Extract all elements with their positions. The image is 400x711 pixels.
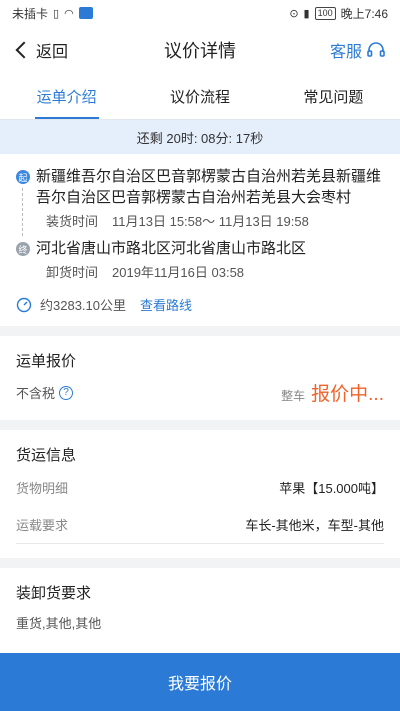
start-pin-icon: 起 <box>16 170 30 184</box>
sim-icon: ▯ <box>53 7 60 20</box>
vibrate-icon: ▮ <box>303 7 310 20</box>
end-pin-icon: 终 <box>16 242 30 256</box>
cargo-detail-label: 货物明细 <box>16 481 69 496</box>
transport-req-value: 车长-其他米，车型-其他 <box>245 518 384 533</box>
cargo-detail-row: 货物明细 苹果【15.000吨】 <box>16 469 384 506</box>
status-left: 未插卡 ▯ ◠ <box>12 5 93 22</box>
tax-info: 不含税 ? <box>16 383 74 402</box>
start-address: 新疆维吾尔自治区巴音郭楞蒙古自治州若羌县新疆维吾尔自治区巴音郭楞蒙古自治州若羌县… <box>36 168 382 206</box>
transport-req-row: 运载要求 车长-其他米，车型-其他 <box>16 506 384 544</box>
clock: 晚上7:46 <box>340 6 388 21</box>
header: 返回 议价详情 客服 <box>0 26 400 74</box>
unload-time-label: 卸货时间 <box>46 265 99 280</box>
unload-time-row: 卸货时间 2019年11月16日 03:58 <box>36 262 384 281</box>
quote-row: 不含税 ? 整车 报价中... <box>16 379 384 406</box>
loading-title: 装卸货要求 <box>16 585 92 602</box>
chevron-left-icon <box>15 41 33 59</box>
unload-time-value: 2019年11月16日 03:58 <box>112 265 245 280</box>
loading-text: 重货,其他,其他 <box>16 616 102 631</box>
cargo-detail-value: 苹果【15.000吨】 <box>279 481 384 496</box>
status-right: ⊙ ▮ 100 晚上7:46 <box>289 5 388 22</box>
back-button[interactable]: 返回 <box>14 38 68 62</box>
quote-status: 整车 报价中... <box>281 379 384 406</box>
tab-faq[interactable]: 常见问题 <box>267 74 400 119</box>
carrier-text: 未插卡 <box>12 6 49 21</box>
cargo-title: 货运信息 <box>16 447 77 464</box>
help-icon[interactable]: ? <box>59 385 74 400</box>
customer-service-button[interactable]: 客服 <box>330 38 386 62</box>
quote-section: 运单报价 不含税 ? 整车 报价中... <box>0 336 400 420</box>
tab-bar: 运单介绍 议价流程 常见问题 <box>0 74 400 120</box>
route-end: 终 河北省唐山市路北区河北省唐山市路北区 卸货时间 2019年11月16日 03… <box>16 238 384 281</box>
battery-icon: 100 <box>314 6 336 20</box>
view-route-link[interactable]: 查看路线 <box>140 295 192 314</box>
service-label: 客服 <box>329 44 362 61</box>
headset-icon <box>367 42 385 57</box>
tab-negotiation-process[interactable]: 议价流程 <box>133 74 266 119</box>
load-time-value: 11月13日 15:58～ 11月13日 19:58 <box>112 214 309 229</box>
quote-status-text: 报价中... <box>311 384 384 405</box>
vehicle-type: 整车 <box>281 389 306 403</box>
route-connector <box>22 188 23 236</box>
load-time-row: 装货时间 11月13日 15:58～ 11月13日 19:58 <box>36 211 384 230</box>
transport-req-label: 运载要求 <box>16 518 69 533</box>
speedometer-icon <box>16 297 32 312</box>
back-label: 返回 <box>36 44 69 61</box>
distance-value: 约3283.10公里 <box>40 298 126 313</box>
quote-title: 运单报价 <box>16 353 77 370</box>
load-time-label: 装货时间 <box>46 214 99 229</box>
location-icon: ⊙ <box>289 7 299 20</box>
route-start: 起 新疆维吾尔自治区巴音郭楞蒙古自治州若羌县新疆维吾尔自治区巴音郭楞蒙古自治州若… <box>16 166 384 236</box>
countdown-banner: 还剩 20时: 08分: 17秒 <box>0 120 400 154</box>
route-card: 起 新疆维吾尔自治区巴音郭楞蒙古自治州若羌县新疆维吾尔自治区巴音郭楞蒙古自治州若… <box>0 154 400 326</box>
quote-button[interactable]: 我要报价 <box>0 653 400 711</box>
quote-button-label: 我要报价 <box>167 676 232 693</box>
status-bar: 未插卡 ▯ ◠ ⊙ ▮ 100 晚上7:46 <box>0 0 400 26</box>
tax-label: 不含税 <box>16 386 56 401</box>
cargo-section: 货运信息 货物明细 苹果【15.000吨】 运载要求 车长-其他米，车型-其他 <box>0 430 400 558</box>
distance-row: 约3283.10公里 查看路线 <box>16 295 384 314</box>
wifi-icon: ◠ <box>64 7 74 20</box>
tab-waybill-intro[interactable]: 运单介绍 <box>0 74 133 119</box>
app-notification-icon <box>78 7 93 19</box>
end-address: 河北省唐山市路北区河北省唐山市路北区 <box>36 240 307 257</box>
